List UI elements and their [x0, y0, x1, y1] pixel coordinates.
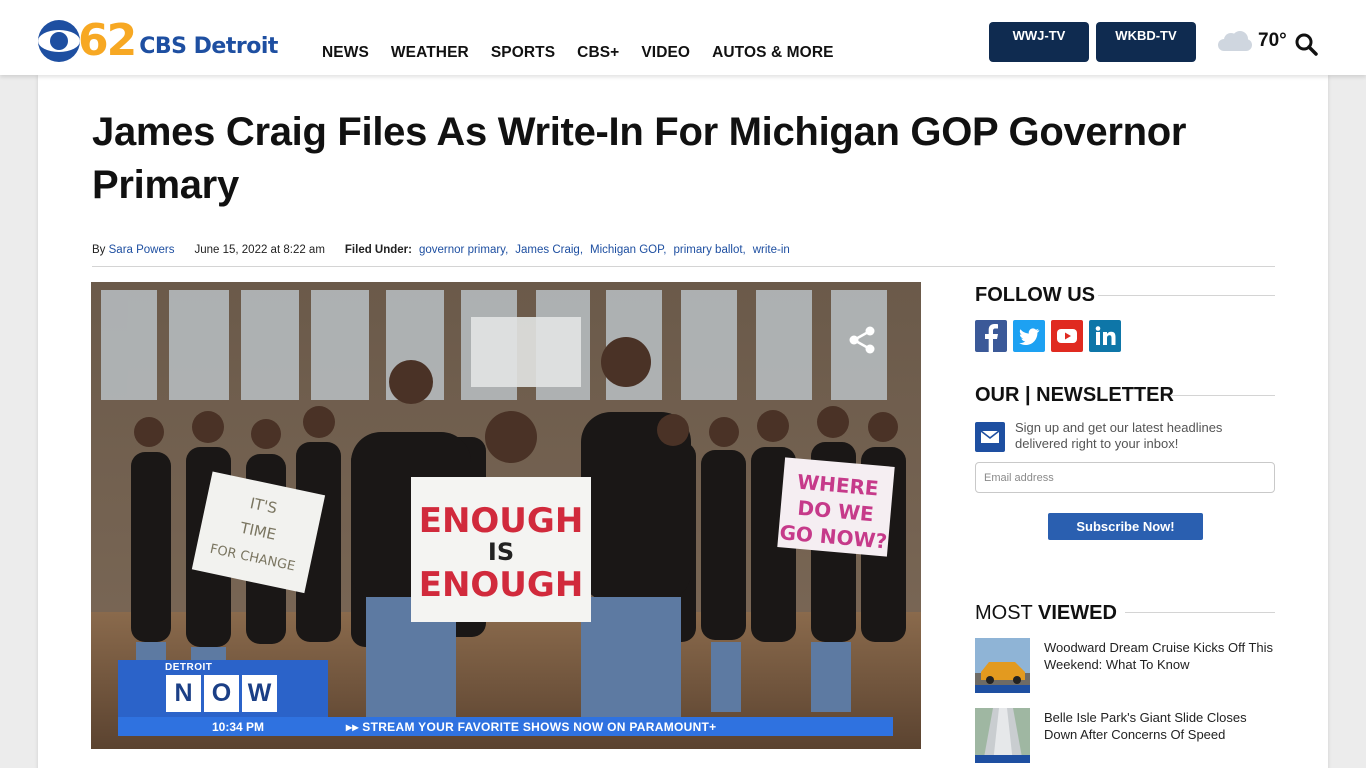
- newsletter-divider: [1170, 395, 1275, 396]
- tag-link[interactable]: Michigan GOP,: [590, 244, 667, 256]
- sign-2-line-3: ENOUGH: [419, 565, 584, 605]
- tag-link[interactable]: primary ballot,: [674, 244, 746, 256]
- follow-us-heading: FOLLOW US: [975, 284, 1095, 306]
- email-field[interactable]: [975, 462, 1275, 493]
- most-viewed-divider: [1125, 612, 1275, 613]
- tag-link[interactable]: governor primary,: [419, 244, 508, 256]
- tag-link[interactable]: write-in: [753, 244, 790, 256]
- weather-widget[interactable]: 70°: [1218, 30, 1287, 52]
- newsletter-description: Sign up and get our latest headlines del…: [1015, 420, 1223, 451]
- ticker-stream-text: ▸▸ STREAM YOUR FAVORITE SHOWS NOW ON PAR…: [346, 720, 717, 734]
- nav-item-sports[interactable]: SPORTS: [491, 44, 555, 62]
- most-viewed-prefix: MOST: [975, 602, 1033, 624]
- byline-prefix: By: [92, 244, 106, 256]
- nav-item-autos[interactable]: AUTOS & MORE: [712, 44, 833, 62]
- nav-item-news[interactable]: NEWS: [322, 44, 369, 62]
- most-viewed-suffix: VIEWED: [1037, 602, 1117, 624]
- nav-item-weather[interactable]: WEATHER: [391, 44, 469, 62]
- most-viewed-thumbnail: [975, 708, 1030, 763]
- sign-enough-is-enough: ENOUGH IS ENOUGH: [411, 477, 591, 622]
- most-viewed-title: Woodward Dream Cruise Kicks Off This Wee…: [1044, 640, 1274, 672]
- follow-us-divider: [1098, 295, 1275, 296]
- ticker-now-letter: O: [204, 675, 239, 712]
- temperature: 70°: [1258, 30, 1287, 51]
- twitter-icon[interactable]: [1013, 320, 1045, 352]
- cbs-eye-icon: [38, 20, 80, 62]
- most-viewed-item[interactable]: Woodward Dream Cruise Kicks Off This Wee…: [975, 638, 1275, 694]
- filed-under-label: Filed Under:: [344, 244, 412, 256]
- logo-name: CBS Detroit: [139, 33, 278, 59]
- article-title: James Craig Files As Write-In For Michig…: [92, 110, 1187, 207]
- ticker-now-letter: W: [242, 675, 277, 712]
- subscribe-button[interactable]: Subscribe Now!: [1048, 513, 1203, 540]
- nav-item-cbs-plus[interactable]: CBS+: [577, 44, 619, 62]
- most-viewed-thumbnail: [975, 638, 1030, 693]
- linkedin-icon[interactable]: [1089, 320, 1121, 352]
- most-viewed-item[interactable]: Belle Isle Park's Giant Slide Closes Dow…: [975, 708, 1275, 764]
- most-viewed-title: Belle Isle Park's Giant Slide Closes Dow…: [1044, 710, 1247, 742]
- cloud-icon: [1218, 31, 1252, 51]
- cbs-detroit-logo[interactable]: 62 CBS Detroit: [38, 18, 278, 64]
- publish-date: June 15, 2022 at 8:22 am: [194, 244, 325, 256]
- envelope-icon: [975, 422, 1005, 452]
- meta-divider: [92, 266, 1275, 267]
- article-meta: By Sara Powers June 15, 2022 at 8:22 am …: [92, 244, 790, 256]
- search-icon[interactable]: [1294, 32, 1318, 56]
- ticker-time: 10:34 PM: [212, 720, 265, 734]
- sign-2-line-2: IS: [488, 538, 514, 566]
- most-viewed-heading: MOST VIEWED: [975, 602, 1117, 625]
- logo-channel-number: 62: [78, 15, 137, 66]
- main-nav: NEWS WEATHER SPORTS CBS+ VIDEO AUTOS & M…: [322, 44, 834, 62]
- tag-link[interactable]: James Craig,: [515, 244, 583, 256]
- share-icon[interactable]: [846, 324, 878, 356]
- site-header: 62 CBS Detroit NEWS WEATHER SPORTS CBS+ …: [0, 0, 1366, 75]
- ticker-now-logo: N O W: [166, 675, 277, 712]
- sign-where-do-we-go-now: WHERE DO WE GO NOW?: [777, 457, 895, 557]
- newsletter-heading: OUR | NEWSLETTER: [975, 384, 1174, 406]
- ticker-station-label: DETROIT: [165, 662, 213, 673]
- wkbd-tv-button[interactable]: WKBD-TV: [1096, 22, 1196, 62]
- wwj-tv-button[interactable]: WWJ-TV: [989, 22, 1089, 62]
- author-link[interactable]: Sara Powers: [109, 244, 175, 256]
- ticker-now-letter: N: [166, 675, 201, 712]
- facebook-icon[interactable]: [975, 320, 1007, 352]
- youtube-icon[interactable]: [1051, 320, 1083, 352]
- nav-item-video[interactable]: VIDEO: [641, 44, 690, 62]
- sign-2-line-1: ENOUGH: [419, 501, 584, 541]
